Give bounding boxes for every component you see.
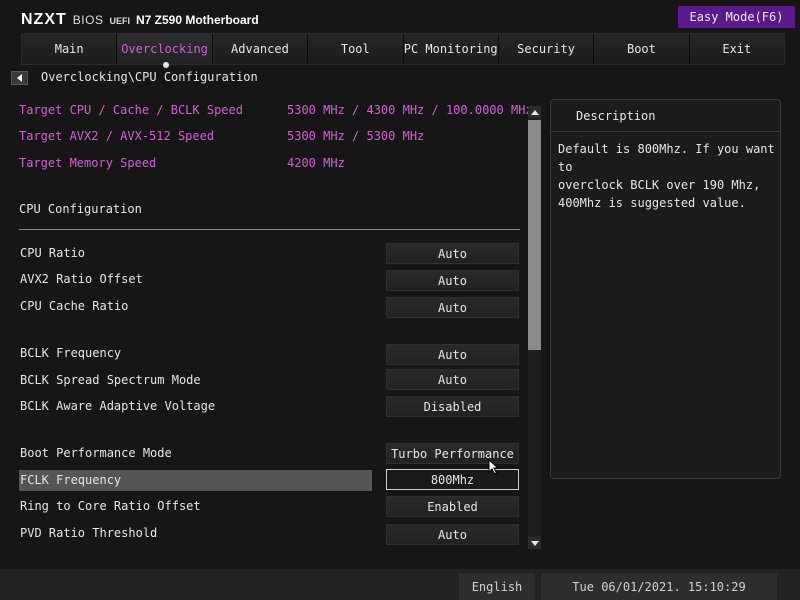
info-value: 5300 MHz / 4300 MHz / 100.0000 MHz: [287, 103, 533, 117]
setting-label[interactable]: BCLK Aware Adaptive Voltage: [20, 399, 215, 413]
setting-value-button[interactable]: Enabled: [386, 496, 519, 517]
scroll-up-button[interactable]: [528, 106, 541, 118]
nzxt-logo: NZXT: [21, 11, 67, 28]
motherboard-model: N7 Z590 Motherboard: [135, 13, 259, 27]
bios-label: BIOS: [72, 13, 104, 27]
scrollbar-thumb[interactable]: [528, 120, 541, 350]
info-label: Target Memory Speed: [19, 156, 157, 170]
brand-logo: NZXT BIOS UEFI N7 Z590 Motherboard: [21, 11, 259, 29]
setting-label[interactable]: CPU Ratio: [20, 246, 85, 260]
setting-value-button[interactable]: Auto: [386, 524, 519, 545]
setting-label[interactable]: AVX2 Ratio Offset: [20, 272, 143, 286]
uefi-label: UEFI: [109, 16, 130, 26]
setting-label[interactable]: Boot Performance Mode: [20, 446, 172, 460]
description-text: Default is 800Mhz. If you want to overcl…: [558, 142, 775, 210]
info-value: 4200 MHz: [287, 156, 345, 170]
arrow-down-icon: [530, 540, 539, 546]
language-button[interactable]: English: [459, 573, 535, 600]
mouse-cursor-icon: [488, 459, 500, 475]
scroll-down-button[interactable]: [528, 537, 541, 549]
info-label: Target AVX2 / AVX-512 Speed: [19, 129, 215, 143]
active-tab-indicator: [163, 62, 169, 68]
setting-label[interactable]: BCLK Spread Spectrum Mode: [20, 373, 201, 387]
back-arrow-icon: [17, 74, 22, 82]
section-divider: [19, 229, 520, 230]
tab-main[interactable]: Main: [22, 34, 118, 64]
setting-label[interactable]: PVD Ratio Threshold: [20, 526, 157, 540]
description-panel: Description Default is 800Mhz. If you wa…: [550, 99, 781, 479]
description-title: Description: [551, 100, 780, 132]
tab-overclocking[interactable]: Overclocking: [117, 34, 213, 64]
tab-exit[interactable]: Exit: [689, 34, 784, 64]
tab-security[interactable]: Security: [498, 34, 595, 64]
section-title: CPU Configuration: [19, 202, 142, 216]
tab-advanced[interactable]: Advanced: [212, 34, 309, 64]
info-label: Target CPU / Cache / BCLK Speed: [19, 103, 243, 117]
setting-label[interactable]: BCLK Frequency: [20, 346, 121, 360]
info-value: 5300 MHz / 5300 MHz: [287, 129, 425, 143]
arrow-up-icon: [530, 109, 539, 115]
tab-boot[interactable]: Boot: [594, 34, 690, 64]
main-tabs: Main Overclocking Advanced Tool PC Monit…: [21, 33, 785, 65]
setting-label[interactable]: CPU Cache Ratio: [20, 299, 128, 313]
setting-value-button[interactable]: Auto: [386, 369, 519, 390]
back-button[interactable]: [11, 71, 28, 85]
datetime-display: Tue 06/01/2021. 15:10:29: [541, 573, 777, 600]
easy-mode-button[interactable]: Easy Mode(F6): [678, 6, 795, 28]
setting-label[interactable]: Ring to Core Ratio Offset: [20, 499, 201, 513]
tab-pc-monitoring[interactable]: PC Monitoring: [403, 34, 499, 64]
setting-value-button[interactable]: Auto: [386, 344, 519, 365]
setting-value-button[interactable]: Auto: [386, 297, 519, 318]
breadcrumb: Overclocking\CPU Configuration: [41, 70, 258, 84]
setting-value-button[interactable]: Auto: [386, 270, 519, 291]
setting-value-button[interactable]: Disabled: [386, 396, 519, 417]
bios-screen: NZXT BIOS UEFI N7 Z590 Motherboard Easy …: [0, 0, 800, 600]
tab-tool[interactable]: Tool: [308, 34, 404, 64]
setting-label-selected[interactable]: FCLK Frequency: [20, 473, 121, 487]
setting-value-button[interactable]: Auto: [386, 243, 519, 264]
